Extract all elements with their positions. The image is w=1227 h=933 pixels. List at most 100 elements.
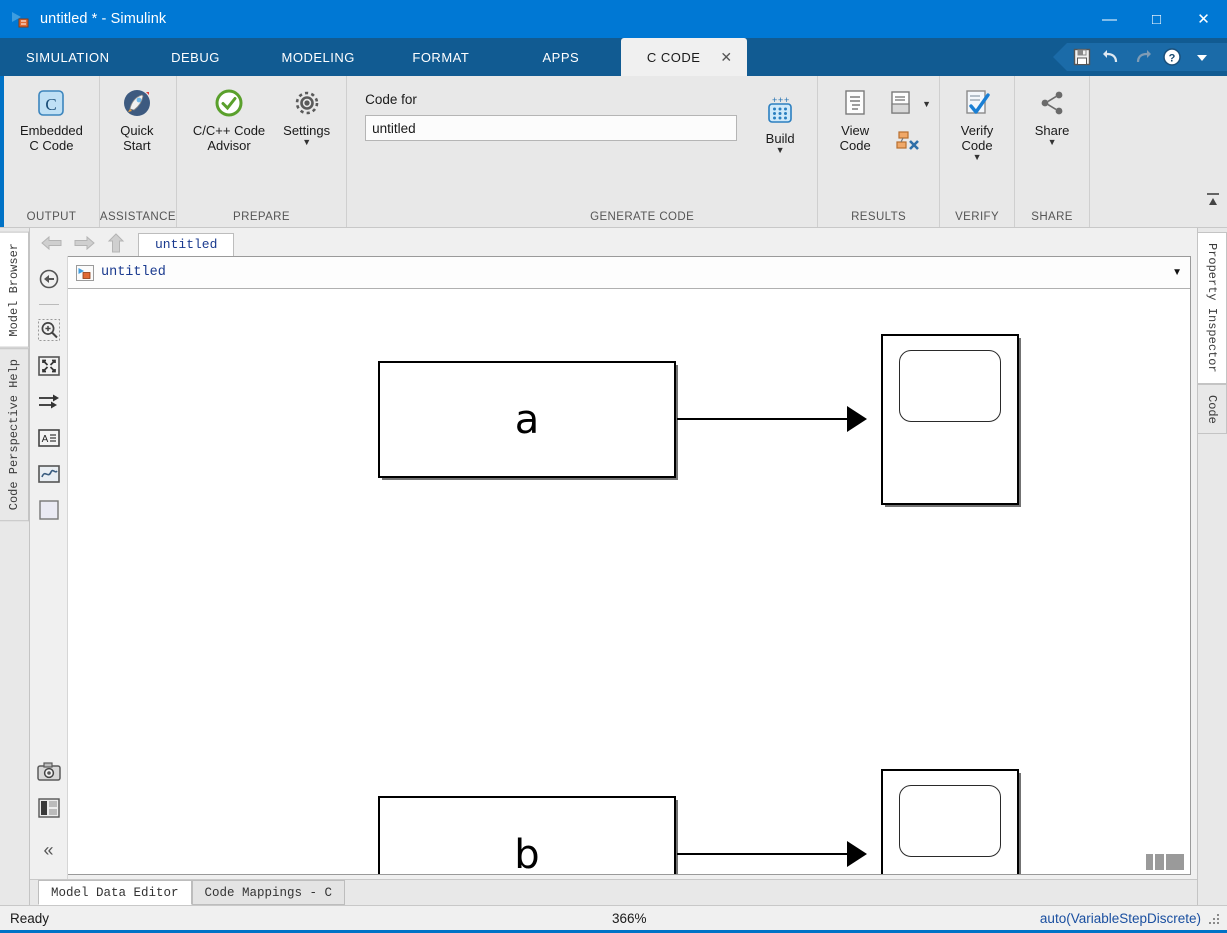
button-label: Build	[766, 131, 795, 146]
signal-arrowhead	[847, 406, 867, 432]
left-panel-tabs: Model Browser Code Perspective Help	[0, 228, 30, 905]
main-area: Model Browser Code Perspective Help unti…	[0, 228, 1227, 905]
sidebar-item-property-inspector[interactable]: Property Inspector	[1198, 232, 1227, 384]
sidebar-item-model-browser[interactable]: Model Browser	[0, 232, 29, 348]
zoom-in-icon[interactable]	[34, 315, 64, 345]
ribbon-group-output: C Embedded C Code OUTPUT	[4, 76, 100, 227]
chevron-down-icon[interactable]: ▼	[1048, 138, 1057, 147]
tab-model-data-editor[interactable]: Model Data Editor	[38, 880, 192, 905]
gear-icon	[290, 86, 324, 120]
share-button[interactable]: Share ▼	[1023, 82, 1081, 151]
button-label: Share	[1035, 123, 1070, 138]
tab-simulation[interactable]: SIMULATION	[0, 38, 136, 76]
group-label: RESULTS	[818, 207, 939, 227]
subsystem-icon[interactable]	[34, 495, 64, 525]
sidebar-item-code[interactable]: Code	[1198, 384, 1227, 435]
fit-to-view-icon[interactable]	[34, 351, 64, 381]
sink-inner-shape	[899, 350, 1001, 422]
close-icon[interactable]: ✕	[720, 50, 732, 64]
layout-legend-icon[interactable]	[34, 793, 64, 823]
chevron-down-icon[interactable]: ▼	[1172, 267, 1182, 278]
tab-code-mappings-c[interactable]: Code Mappings - C	[192, 880, 346, 905]
tab-label: FORMAT	[412, 50, 469, 65]
chevron-down-icon[interactable]: ▼	[302, 138, 311, 147]
chevron-down-icon[interactable]: ▼	[973, 153, 982, 162]
traceability-icon[interactable]	[891, 125, 925, 159]
ribbon-group-prepare: C/C++ Code Advisor Settings ▼	[177, 76, 347, 227]
tab-modeling[interactable]: MODELING	[256, 38, 381, 76]
group-label: GENERATE CODE	[347, 207, 817, 227]
editor-navigation-bar: untitled	[30, 228, 1197, 256]
source-block-b[interactable]: b	[378, 796, 676, 874]
sink-block-a[interactable]	[881, 334, 1019, 505]
chevron-down-icon[interactable]	[1187, 43, 1217, 71]
maximize-button[interactable]: □	[1133, 0, 1180, 38]
tab-debug[interactable]: DEBUG	[136, 38, 256, 76]
canvas-resize-grip[interactable]	[1146, 854, 1184, 870]
check-circle-icon	[212, 86, 246, 120]
up-icon[interactable]	[100, 230, 132, 256]
resize-grip[interactable]	[1209, 914, 1221, 926]
simulink-model-icon	[76, 265, 94, 281]
editor-model-tab[interactable]: untitled	[138, 233, 234, 256]
settings-button[interactable]: Settings ▼	[275, 82, 338, 151]
sidebar-item-code-perspective-help[interactable]: Code Perspective Help	[0, 348, 29, 521]
signal-line[interactable]	[677, 853, 849, 855]
svg-text:C: C	[46, 95, 57, 114]
tab-label: C CODE	[647, 50, 701, 65]
button-label: View Code	[840, 123, 871, 153]
scope-preview-icon[interactable]	[34, 459, 64, 489]
svg-text:?: ?	[1169, 53, 1176, 65]
collapse-ribbon-icon[interactable]	[1205, 191, 1221, 207]
zoom-level[interactable]: 366%	[612, 911, 647, 926]
ribbon: C Embedded C Code OUTPUT	[0, 76, 1227, 228]
source-block-a[interactable]: a	[378, 361, 676, 478]
quick-start-button[interactable]: Quick Start	[108, 82, 166, 157]
chevron-down-icon[interactable]: ▼	[922, 100, 931, 109]
collapse-toolbar-icon[interactable]: «	[34, 835, 64, 865]
block-diagram-canvas[interactable]: a b	[68, 289, 1190, 874]
breadcrumb: untitled ▼	[68, 257, 1190, 289]
embedded-c-code-button[interactable]: C Embedded C Code	[12, 82, 91, 157]
code-for-input[interactable]	[365, 115, 737, 141]
close-button[interactable]: ✕	[1180, 0, 1227, 38]
breadcrumb-model-name[interactable]: untitled	[101, 265, 166, 280]
verify-code-button[interactable]: Verify Code ▼	[948, 82, 1006, 166]
group-label: SHARE	[1015, 207, 1089, 227]
undo-icon[interactable]	[1097, 43, 1127, 71]
forward-icon[interactable]	[68, 230, 100, 256]
tab-c-code[interactable]: C CODE ✕	[621, 38, 747, 76]
help-icon[interactable]: ?	[1157, 43, 1187, 71]
view-code-button[interactable]: View Code	[826, 82, 884, 157]
ribbon-group-results: View Code ▼	[818, 76, 940, 227]
save-icon[interactable]	[1067, 43, 1097, 71]
simulink-window: untitled * - Simulink — □ ✕ SIMULATION D…	[0, 0, 1227, 933]
c-code-icon: C	[34, 86, 68, 120]
tab-format[interactable]: FORMAT	[381, 38, 501, 76]
c-cpp-code-advisor-button[interactable]: C/C++ Code Advisor	[185, 82, 273, 157]
group-label: PREPARE	[177, 207, 346, 227]
tab-apps[interactable]: APPS	[501, 38, 621, 76]
svg-text:A: A	[41, 434, 48, 445]
signal-routing-icon[interactable]	[34, 387, 64, 417]
annotation-icon[interactable]: A	[34, 423, 64, 453]
sink-block-b[interactable]	[881, 769, 1019, 874]
solver-label[interactable]: auto(VariableStepDiscrete)	[1040, 911, 1227, 926]
minimize-button[interactable]: —	[1086, 0, 1133, 38]
explore-back-icon[interactable]	[34, 264, 64, 294]
signal-line[interactable]	[677, 418, 849, 420]
report-icon[interactable]	[884, 86, 918, 120]
button-label: Settings	[283, 123, 330, 138]
right-panel-tabs: Property Inspector Code	[1197, 228, 1227, 905]
view-code-icon	[838, 86, 872, 120]
chevron-down-icon[interactable]: ▼	[776, 146, 785, 155]
redo-icon[interactable]	[1127, 43, 1157, 71]
ribbon-group-generate-code: Code for + + +	[347, 76, 818, 227]
build-icon: + + +	[763, 94, 797, 128]
title-bar: untitled * - Simulink — □ ✕	[0, 0, 1227, 38]
canvas-toolbar: A	[30, 256, 68, 879]
build-button[interactable]: + + + Build ▼	[751, 90, 809, 159]
back-icon[interactable]	[36, 230, 68, 256]
block-label: b	[380, 832, 674, 875]
screenshot-icon[interactable]	[34, 757, 64, 787]
